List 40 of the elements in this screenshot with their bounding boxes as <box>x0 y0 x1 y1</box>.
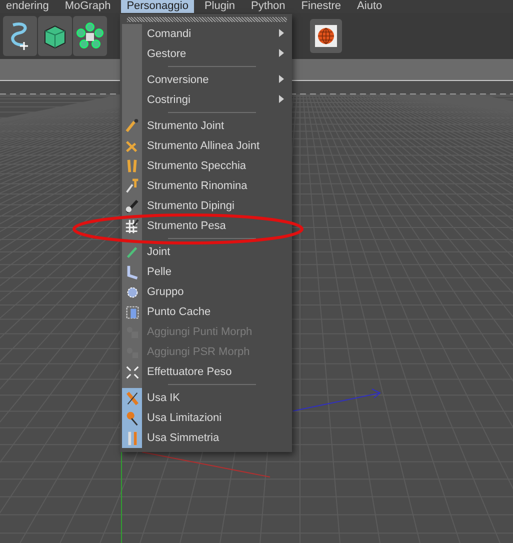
menu-item[interactable]: Conversione <box>147 74 209 86</box>
menu-item[interactable]: Strumento Joint <box>147 120 224 132</box>
menu-title[interactable]: Plugin <box>198 0 242 13</box>
menu-item[interactable]: Strumento Pesa <box>147 220 226 232</box>
menu-item[interactable]: Gruppo <box>147 286 184 298</box>
cube-tool-button[interactable] <box>38 16 72 56</box>
menu-item[interactable]: Strumento Dipingi <box>147 200 234 212</box>
checker-brush-icon <box>124 218 140 234</box>
rename-tool-icon <box>124 178 140 194</box>
menu-item[interactable]: Gestore <box>147 48 186 60</box>
paint-brush-icon <box>124 198 140 214</box>
menu-title[interactable]: MoGraph <box>58 0 117 13</box>
spline-tool-button[interactable] <box>3 16 37 56</box>
menu-title[interactable]: Python <box>245 0 292 13</box>
cloner-tool-button[interactable] <box>73 16 107 56</box>
menu-item[interactable]: Pelle <box>147 266 172 278</box>
menu-item[interactable]: Usa Simmetria <box>147 432 220 444</box>
submenu-arrow-icon <box>279 75 284 83</box>
menu-item[interactable]: Usa Limitazioni <box>147 412 222 424</box>
menu-item[interactable]: Effettuatore Peso <box>147 366 232 378</box>
menu-item[interactable]: Usa IK <box>147 392 180 404</box>
menu-item[interactable]: Comandi <box>147 28 192 40</box>
submenu-arrow-icon <box>279 95 284 103</box>
globe-icon <box>315 25 337 47</box>
point-cache-icon <box>124 304 140 320</box>
submenu-arrow-icon <box>279 49 284 57</box>
tear-off-grip[interactable] <box>127 17 287 22</box>
submenu-arrow-icon <box>279 29 284 37</box>
menu-item[interactable]: Strumento Allinea Joint <box>147 140 260 152</box>
menu-item[interactable]: Strumento Rinomina <box>147 180 248 192</box>
menu-title[interactable]: Personaggio <box>120 0 194 13</box>
menu-item[interactable]: Punto Cache <box>147 306 211 318</box>
globe-button[interactable] <box>310 19 342 53</box>
joint-tool-icon <box>124 118 140 134</box>
menu-item[interactable]: Strumento Specchia <box>147 160 246 172</box>
menu-title[interactable]: Finestre <box>295 0 348 13</box>
menu-item[interactable]: Costringi <box>147 94 190 106</box>
menu-item[interactable]: Joint <box>147 246 170 258</box>
menu-title[interactable]: Aiuto <box>351 0 388 13</box>
menu-title[interactable]: endering <box>0 0 55 13</box>
